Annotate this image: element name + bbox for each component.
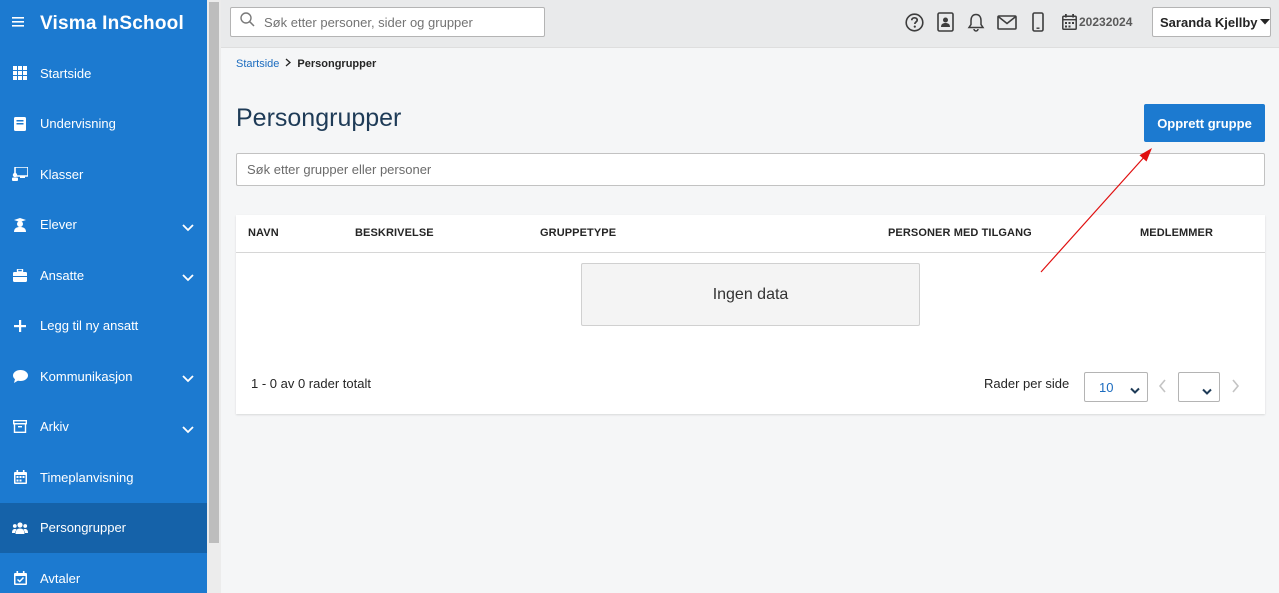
plus-icon	[12, 318, 28, 334]
calendar-icon[interactable]	[1059, 12, 1079, 32]
next-page-button[interactable]	[1228, 378, 1242, 394]
briefcase-icon	[12, 267, 28, 283]
hamburger-menu-icon[interactable]	[12, 16, 28, 32]
calendar-check-icon	[12, 570, 28, 586]
previous-page-button[interactable]	[1156, 378, 1170, 394]
breadcrumb-current: Persongrupper	[297, 58, 377, 70]
groups-table: NAVN BESKRIVELSE GRUPPETYPE PERSONER MED…	[236, 215, 1265, 414]
sidebar-scrollbar[interactable]	[207, 0, 221, 593]
breadcrumb: Startside Persongrupper	[236, 58, 376, 70]
sidebar-item-label: Timeplanvisning	[40, 469, 134, 485]
chevron-down-icon	[1130, 383, 1140, 394]
user-name: Saranda Kjellby	[1160, 14, 1258, 30]
group-search-input[interactable]	[237, 154, 1237, 185]
book-icon	[12, 116, 28, 132]
sidebar: Visma InSchool Startside Undervisning Kl…	[0, 0, 207, 593]
group-search-box[interactable]	[236, 153, 1265, 186]
school-year[interactable]: 20232024	[1079, 15, 1132, 29]
breadcrumb-home-link[interactable]: Startside	[236, 58, 279, 70]
sidebar-item-arkiv[interactable]: Arkiv	[0, 402, 207, 453]
student-icon	[12, 217, 28, 233]
create-group-button[interactable]: Opprett gruppe	[1144, 104, 1265, 142]
contact-card-icon[interactable]	[935, 12, 955, 32]
chevron-down-icon	[1202, 383, 1212, 395]
search-icon	[240, 12, 255, 32]
user-menu-button[interactable]: Saranda Kjellby	[1152, 7, 1271, 37]
rows-per-page-label: Rader per side	[984, 376, 1070, 391]
sidebar-item-startside[interactable]: Startside	[0, 48, 207, 99]
archive-icon	[12, 419, 28, 435]
column-header-medlemmer[interactable]: MEDLEMMER	[1140, 227, 1213, 239]
sidebar-item-undervisning[interactable]: Undervisning	[0, 99, 207, 150]
chevron-down-icon[interactable]	[181, 371, 195, 383]
help-icon[interactable]	[904, 12, 924, 32]
chevron-right-icon	[285, 58, 292, 70]
column-header-gruppetype[interactable]: GRUPPETYPE	[540, 227, 616, 239]
empty-state-box: Ingen data	[581, 263, 920, 326]
grid-icon	[12, 65, 28, 81]
sidebar-item-label: Klasser	[40, 166, 84, 182]
sidebar-header: Visma InSchool	[0, 0, 207, 48]
table-header: NAVN BESKRIVELSE GRUPPETYPE PERSONER MED…	[236, 215, 1265, 253]
rows-per-page-select[interactable]: 10	[1084, 372, 1148, 402]
global-search-input[interactable]	[264, 14, 534, 30]
sidebar-item-label: Avtaler	[40, 570, 81, 586]
chat-icon	[12, 368, 28, 384]
app-title[interactable]: Visma InSchool	[40, 13, 184, 35]
calendar-icon	[12, 469, 28, 485]
page-title: Persongrupper	[236, 104, 402, 132]
page-number-select[interactable]	[1178, 372, 1220, 402]
sidebar-item-label: Kommunikasjon	[40, 368, 133, 384]
sidebar-item-label: Undervisning	[40, 116, 116, 132]
rows-per-page-value: 10	[1099, 379, 1114, 395]
column-header-navn[interactable]: NAVN	[248, 227, 279, 239]
phone-icon[interactable]	[1028, 12, 1048, 32]
sidebar-item-klasser[interactable]: Klasser	[0, 149, 207, 200]
caret-down-icon	[1259, 17, 1270, 28]
global-search[interactable]	[230, 7, 545, 37]
sidebar-item-avtaler[interactable]: Avtaler	[0, 553, 207, 593]
sidebar-item-label: Legg til ny ansatt	[40, 318, 139, 334]
people-icon	[12, 520, 28, 536]
chevron-down-icon[interactable]	[181, 270, 195, 282]
rows-total-text: 1 - 0 av 0 rader totalt	[251, 376, 371, 391]
sidebar-item-label: Elever	[40, 217, 77, 233]
sidebar-item-label: Startside	[40, 65, 92, 81]
bell-icon[interactable]	[966, 12, 986, 32]
sidebar-item-persongrupper[interactable]: Persongrupper	[0, 502, 207, 553]
column-header-beskrivelse[interactable]: BESKRIVELSE	[355, 227, 434, 239]
topbar-icons: 20232024	[904, 12, 1132, 32]
topbar: 20232024 Saranda Kjellby	[221, 0, 1279, 48]
mail-icon[interactable]	[997, 12, 1017, 32]
sidebar-item-label: Persongrupper	[40, 520, 126, 536]
chevron-down-icon[interactable]	[181, 422, 195, 434]
classroom-icon	[12, 166, 28, 182]
sidebar-item-kommunikasjon[interactable]: Kommunikasjon	[0, 351, 207, 402]
scrollbar-thumb[interactable]	[209, 2, 219, 543]
sidebar-item-elever[interactable]: Elever	[0, 200, 207, 251]
sidebar-item-ansatte[interactable]: Ansatte	[0, 250, 207, 301]
sidebar-item-legg-til-ny-ansatt[interactable]: Legg til ny ansatt	[0, 301, 207, 352]
sidebar-item-timeplanvisning[interactable]: Timeplanvisning	[0, 452, 207, 503]
empty-state-text: Ingen data	[712, 285, 789, 303]
chevron-down-icon[interactable]	[181, 220, 195, 232]
sidebar-item-label: Arkiv	[40, 419, 69, 435]
sidebar-item-label: Ansatte	[40, 267, 85, 283]
column-header-personer-med-tilgang[interactable]: PERSONER MED TILGANG	[888, 227, 1032, 239]
